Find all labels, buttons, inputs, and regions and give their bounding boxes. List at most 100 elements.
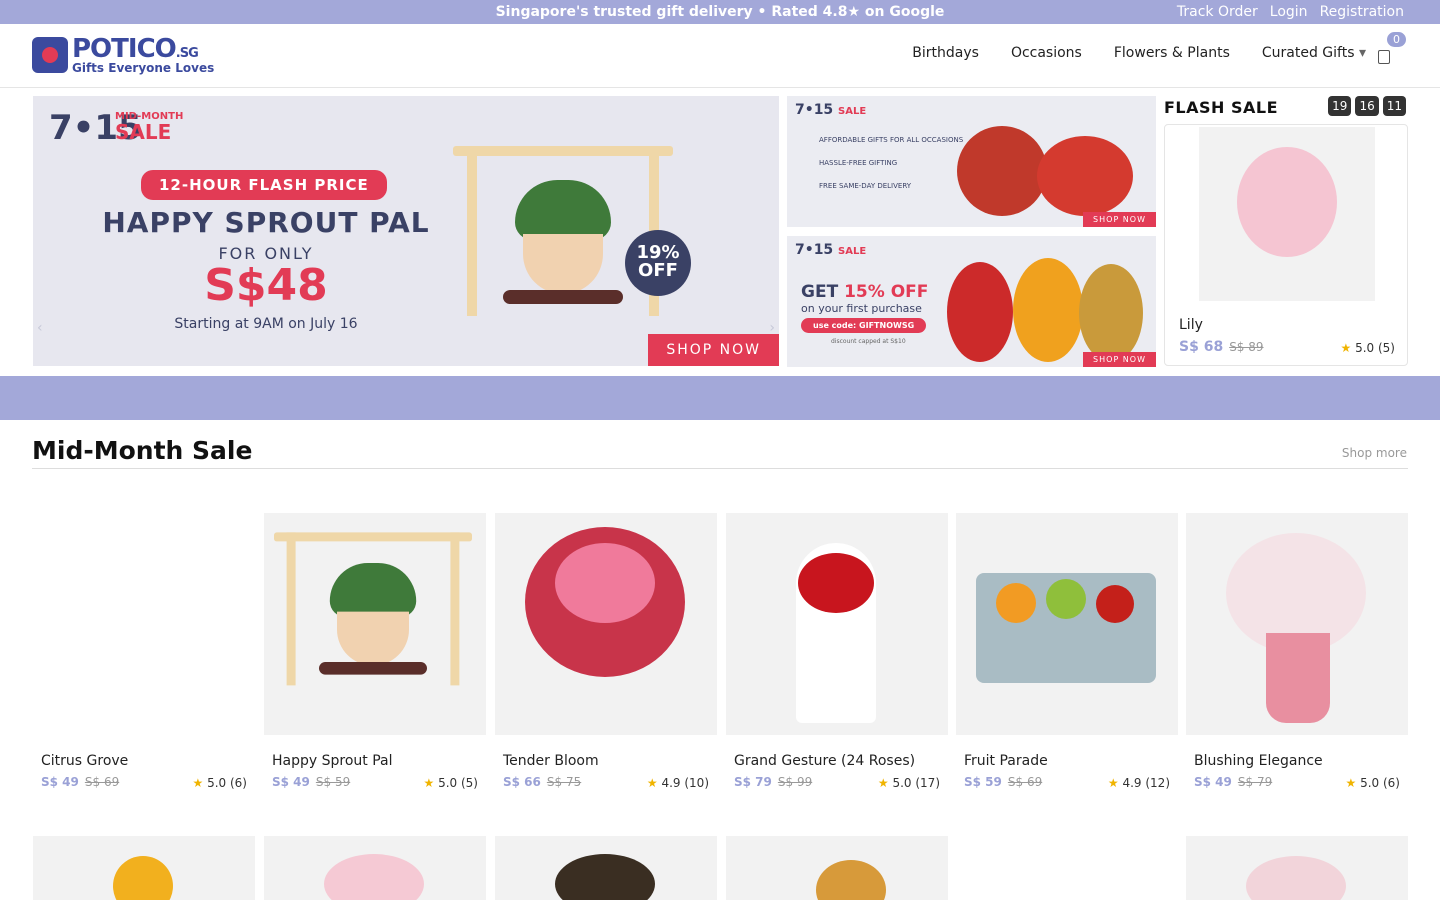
- product-rating: ★ 5.0 (6): [1345, 776, 1401, 790]
- countdown-timer: 19 16 11: [1328, 96, 1406, 116]
- product-card[interactable]: Grand Gesture (24 Roses) S$ 79 S$ 99 ★ 5.…: [726, 513, 948, 813]
- product-rating: ★ 4.9 (10): [646, 776, 709, 790]
- product-name: Citrus Grove: [41, 753, 129, 769]
- promo-code-pill: use code: GIFTNOWSG: [801, 318, 927, 333]
- product-image: [495, 513, 717, 735]
- side-banner-logo: 7•15 SALE: [795, 242, 867, 258]
- product-image: [33, 513, 255, 735]
- section-divider: [32, 468, 1408, 469]
- cart-count-badge: 0: [1387, 32, 1406, 47]
- cart-icon: [1378, 50, 1390, 64]
- top-links: Track Order Login Registration: [1177, 4, 1404, 20]
- benefit-item: FREE SAME-DAY DELIVERY: [819, 182, 912, 191]
- prev-slide-icon[interactable]: ‹: [37, 320, 43, 336]
- product-card[interactable]: [726, 836, 948, 900]
- hero-shop-now-button[interactable]: SHOP NOW: [648, 334, 779, 366]
- product-card[interactable]: Happy Sprout Pal S$ 49 S$ 59 ★ 5.0 (5): [264, 513, 486, 813]
- discount-badge: 19% OFF: [625, 230, 691, 296]
- product-image: [956, 513, 1178, 735]
- star-icon: ★: [1345, 776, 1357, 790]
- section-title: Mid-Month Sale: [32, 436, 253, 465]
- product-name: Blushing Elegance: [1194, 753, 1323, 769]
- hero-price: S$48: [204, 260, 328, 311]
- side-banner-first-purchase[interactable]: 7•15 SALE GET 15% OFF on your first purc…: [787, 236, 1156, 367]
- flash-product-rating: ★ 5.0 (5): [1340, 341, 1396, 355]
- cart-button[interactable]: 0: [1374, 32, 1406, 66]
- product-price: S$ 66 S$ 75: [503, 775, 582, 789]
- benefits-list: AFFORDABLE GIFTS FOR ALL OCCASIONS HASSL…: [819, 136, 963, 205]
- product-name: Tender Bloom: [503, 753, 599, 769]
- hero-product-title: HAPPY SPROUT PAL: [102, 206, 430, 239]
- strawberry-bouquet-image: [1037, 136, 1133, 216]
- timer-hours: 19: [1328, 96, 1352, 116]
- discount-cap-note: discount capped at S$10: [831, 338, 906, 345]
- side-banner-benefits[interactable]: 7•15 SALE AFFORDABLE GIFTS FOR ALL OCCAS…: [787, 96, 1156, 227]
- announcement-bar: Singapore's trusted gift delivery • Rate…: [0, 0, 1440, 24]
- timer-seconds: 11: [1382, 96, 1406, 116]
- star-icon: ★: [646, 776, 658, 790]
- product-rating: ★ 5.0 (17): [877, 776, 940, 790]
- product-image: [264, 513, 486, 735]
- logo-tagline: Gifts Everyone Loves: [72, 61, 215, 75]
- product-price: S$ 59 S$ 69: [964, 775, 1043, 789]
- login-link[interactable]: Login: [1270, 4, 1308, 20]
- site-header: POTICO.SG Gifts Everyone Loves Birthdays…: [0, 24, 1440, 88]
- product-card[interactable]: [33, 836, 255, 900]
- nav-birthdays[interactable]: Birthdays: [912, 45, 979, 61]
- nav-curated-gifts[interactable]: Curated Gifts ▾: [1262, 45, 1366, 61]
- product-name: Happy Sprout Pal: [272, 753, 393, 769]
- product-card[interactable]: Citrus Grove S$ 49 S$ 69 ★ 5.0 (6): [33, 513, 255, 813]
- flash-sale-panel: FLASH SALE 19 16 11 Lily S$ 68 S$ 89 ★ 5.…: [1164, 96, 1408, 368]
- registration-link[interactable]: Registration: [1320, 4, 1404, 20]
- product-price: S$ 49 S$ 69: [41, 775, 120, 789]
- chocolate-bouquet-image: [1079, 264, 1143, 362]
- nav-occasions[interactable]: Occasions: [1011, 45, 1082, 61]
- logo-name: POTICO.SG: [72, 34, 199, 64]
- product-price: S$ 49 S$ 79: [1194, 775, 1273, 789]
- shop-more-link[interactable]: Shop more: [1342, 446, 1407, 460]
- product-image: [1186, 513, 1408, 735]
- product-card[interactable]: Tender Bloom S$ 66 S$ 75 ★ 4.9 (10): [495, 513, 717, 813]
- timer-minutes: 16: [1355, 96, 1379, 116]
- first-purchase-sub: on your first purchase: [801, 302, 922, 315]
- product-card[interactable]: Blushing Elegance S$ 49 S$ 79 ★ 5.0 (6): [1186, 513, 1408, 813]
- side-banner-shop-now[interactable]: SHOP NOW: [1083, 212, 1156, 227]
- star-icon: ★: [877, 776, 889, 790]
- flash-sale-title: FLASH SALE: [1164, 98, 1279, 117]
- side-banner-logo: 7•15 SALE: [795, 102, 867, 118]
- logo-icon: [32, 37, 68, 73]
- product-rating: ★ 5.0 (6): [192, 776, 248, 790]
- product-name: Grand Gesture (24 Roses): [734, 753, 916, 769]
- product-rating: ★ 4.9 (12): [1107, 776, 1170, 790]
- flash-product-card[interactable]: Lily S$ 68 S$ 89 ★ 5.0 (5): [1164, 124, 1408, 366]
- next-slide-icon[interactable]: ›: [769, 320, 775, 336]
- hero-start-time: Starting at 9AM on July 16: [174, 316, 358, 332]
- product-card[interactable]: [264, 836, 486, 900]
- product-card[interactable]: [495, 836, 717, 900]
- product-image: [816, 860, 886, 900]
- product-image: [324, 854, 424, 900]
- product-image: [726, 513, 948, 735]
- first-purchase-headline: GET 15% OFF: [801, 282, 929, 302]
- flash-product-image: [1199, 127, 1375, 301]
- gift-hamper-image: [957, 126, 1047, 216]
- accent-bar: [0, 376, 1440, 420]
- product-image: [113, 856, 173, 900]
- sunflower-bouquet-image: [1013, 258, 1083, 362]
- star-icon: ★: [1107, 776, 1119, 790]
- star-icon: ★: [1340, 341, 1352, 355]
- product-rating: ★ 5.0 (5): [423, 776, 479, 790]
- track-order-link[interactable]: Track Order: [1177, 4, 1258, 20]
- site-logo[interactable]: POTICO.SG Gifts Everyone Loves: [32, 36, 214, 74]
- benefit-item: AFFORDABLE GIFTS FOR ALL OCCASIONS: [819, 136, 964, 144]
- product-price: S$ 79 S$ 99: [734, 775, 813, 789]
- sale-logo-sub: MID-MONTH SALE: [115, 111, 184, 144]
- nav-flowers-plants[interactable]: Flowers & Plants: [1114, 45, 1230, 61]
- hero-banner[interactable]: 7•15 MID-MONTH SALE 12-HOUR FLASH PRICE H…: [33, 96, 779, 366]
- product-card[interactable]: [1186, 836, 1408, 900]
- product-image: [555, 854, 655, 900]
- product-card[interactable]: Fruit Parade S$ 59 S$ 69 ★ 4.9 (12): [956, 513, 1178, 813]
- star-icon: ★: [192, 776, 204, 790]
- side-banner-shop-now[interactable]: SHOP NOW: [1083, 352, 1156, 367]
- flash-product-price: S$ 68 S$ 89: [1179, 339, 1264, 355]
